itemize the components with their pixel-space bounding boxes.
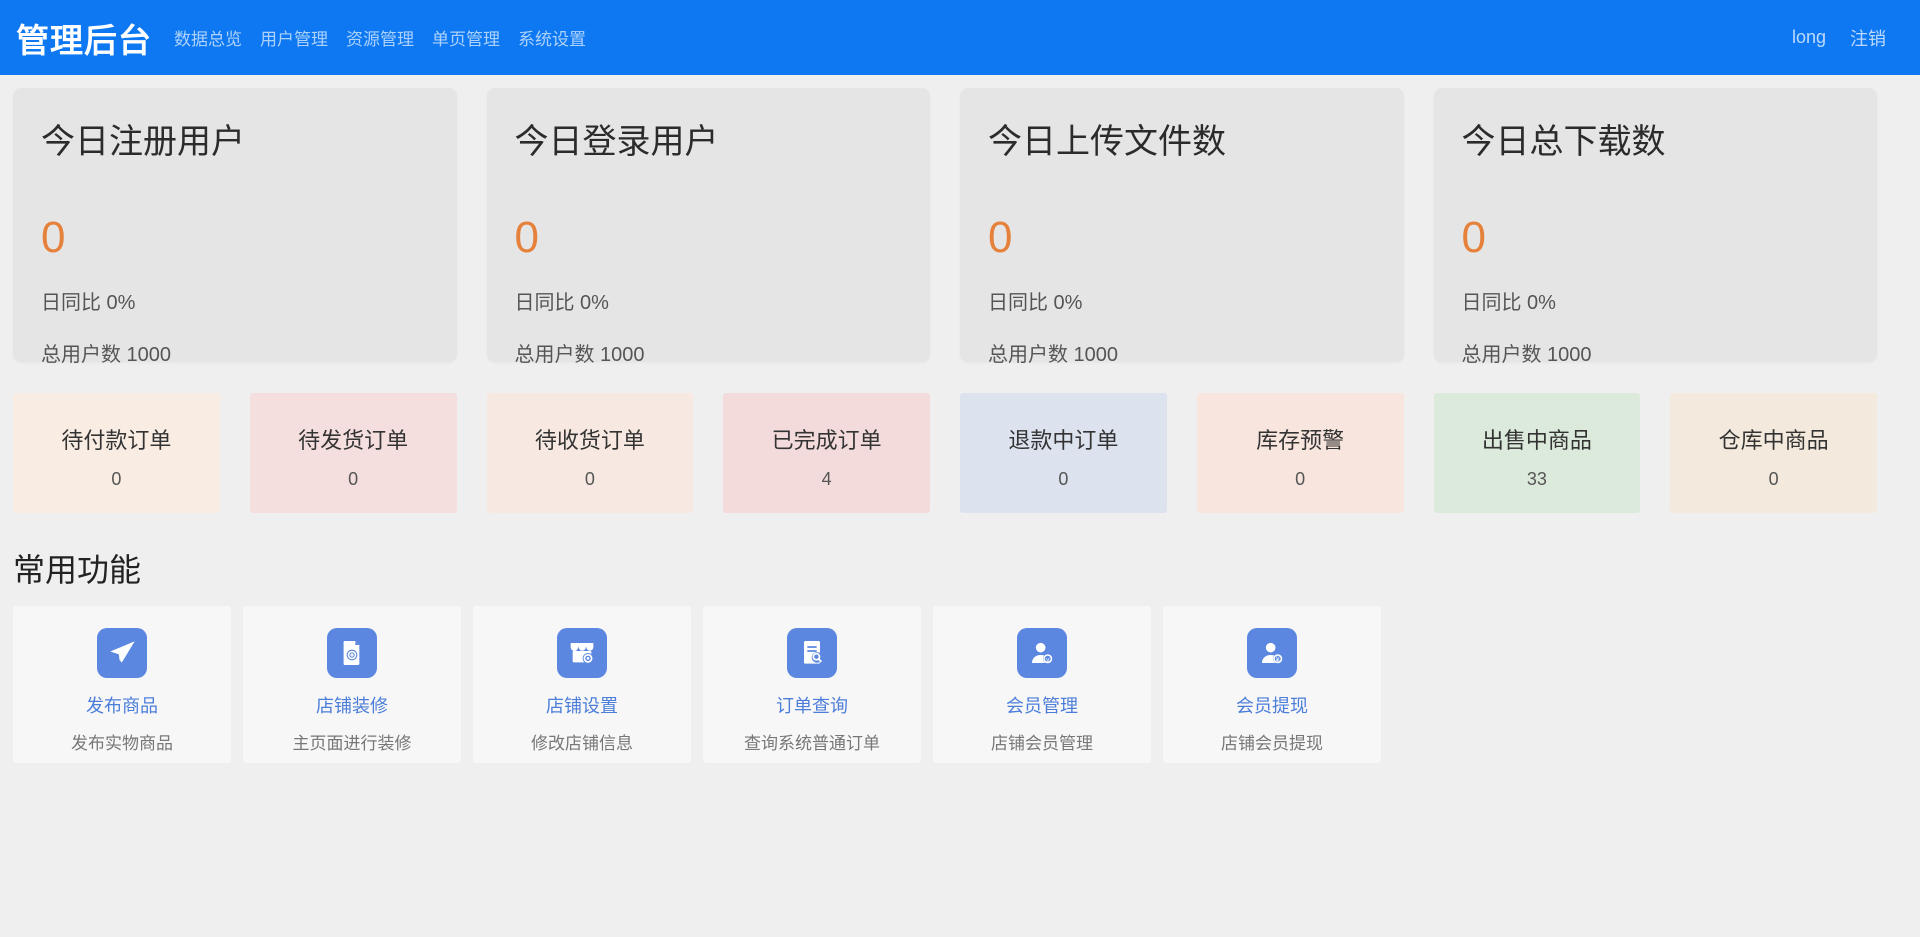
order-card-refunding[interactable]: 退款中订单 0: [960, 393, 1167, 513]
stat-card-uploaded-files: 今日上传文件数 0 日同比 0% 总用户数 1000: [960, 88, 1404, 362]
order-card-in-warehouse[interactable]: 仓库中商品 0: [1670, 393, 1877, 513]
order-card-title: 库存预警: [1197, 423, 1404, 455]
func-card-subtitle: 查询系统普通订单: [703, 729, 921, 754]
func-card-subtitle: 修改店铺信息: [473, 729, 691, 754]
stat-value: 0: [41, 213, 429, 263]
logout-link[interactable]: 注销: [1850, 25, 1886, 51]
order-card-title: 待发货订单: [250, 423, 457, 455]
func-card-publish-product[interactable]: 发布商品 发布实物商品: [13, 606, 231, 763]
stat-title: 今日登录用户: [515, 114, 903, 163]
page-decorate-icon: [327, 628, 377, 678]
stat-day-ratio: 日同比 0%: [1462, 286, 1850, 315]
storefront-icon: [557, 628, 607, 678]
app-title[interactable]: 管理后台: [16, 14, 152, 62]
navbar-right: long 注销: [1792, 25, 1886, 51]
order-search-icon: [787, 628, 837, 678]
order-card-count: 0: [250, 469, 457, 490]
common-functions-heading: 常用功能: [13, 545, 1920, 591]
func-card-title: 发布商品: [13, 692, 231, 718]
stat-value: 0: [515, 213, 903, 263]
stat-day-ratio: 日同比 0%: [515, 286, 903, 315]
stat-title: 今日注册用户: [41, 114, 429, 163]
func-card-title: 会员管理: [933, 692, 1151, 718]
func-card-subtitle: 店铺会员提现: [1163, 729, 1381, 754]
order-card-title: 退款中订单: [960, 423, 1167, 455]
order-card-count: 0: [13, 469, 220, 490]
stats-row: 今日注册用户 0 日同比 0% 总用户数 1000 今日登录用户 0 日同比 0…: [13, 88, 1877, 362]
order-card-count: 0: [1670, 469, 1877, 490]
member-withdraw-icon: ¥: [1247, 628, 1297, 678]
order-card-on-sale[interactable]: 出售中商品 33: [1434, 393, 1641, 513]
stat-card-registered-users: 今日注册用户 0 日同比 0% 总用户数 1000: [13, 88, 457, 362]
func-card-title: 店铺装修: [243, 692, 461, 718]
paper-plane-icon: [97, 628, 147, 678]
order-card-pending-shipment[interactable]: 待发货订单 0: [250, 393, 457, 513]
func-card-shop-settings[interactable]: 店铺设置 修改店铺信息: [473, 606, 691, 763]
order-card-pending-receipt[interactable]: 待收货订单 0: [487, 393, 694, 513]
stat-value: 0: [1462, 213, 1850, 263]
stat-card-downloads: 今日总下载数 0 日同比 0% 总用户数 1000: [1434, 88, 1878, 362]
stat-value: 0: [988, 213, 1376, 263]
order-card-title: 待付款订单: [13, 423, 220, 455]
username-link[interactable]: long: [1792, 27, 1826, 48]
stat-total-users: 总用户数 1000: [41, 338, 429, 367]
func-card-shop-decorate[interactable]: 店铺装修 主页面进行装修: [243, 606, 461, 763]
func-card-title: 会员提现: [1163, 692, 1381, 718]
stat-day-ratio: 日同比 0%: [41, 286, 429, 315]
func-card-title: 订单查询: [703, 692, 921, 718]
func-card-subtitle: 主页面进行装修: [243, 729, 461, 754]
order-card-pending-payment[interactable]: 待付款订单 0: [13, 393, 220, 513]
order-card-title: 已完成订单: [723, 423, 930, 455]
func-card-order-query[interactable]: 订单查询 查询系统普通订单: [703, 606, 921, 763]
svg-text:¥: ¥: [1276, 656, 1280, 663]
order-card-completed[interactable]: 已完成订单 4: [723, 393, 930, 513]
func-card-member-manage[interactable]: v 会员管理 店铺会员管理: [933, 606, 1151, 763]
order-card-title: 待收货订单: [487, 423, 694, 455]
member-manage-icon: v: [1017, 628, 1067, 678]
func-card-subtitle: 店铺会员管理: [933, 729, 1151, 754]
stat-title: 今日上传文件数: [988, 114, 1376, 163]
order-status-row: 待付款订单 0 待发货订单 0 待收货订单 0 已完成订单 4 退款中订单 0 …: [13, 393, 1877, 513]
order-card-count: 0: [1197, 469, 1404, 490]
func-card-title: 店铺设置: [473, 692, 691, 718]
order-card-count: 4: [723, 469, 930, 490]
stat-total-users: 总用户数 1000: [515, 338, 903, 367]
order-card-count: 0: [487, 469, 694, 490]
stat-card-login-users: 今日登录用户 0 日同比 0% 总用户数 1000: [487, 88, 931, 362]
nav-item-user-management[interactable]: 用户管理: [260, 25, 328, 50]
common-functions-row: 发布商品 发布实物商品 店铺装修 主页面进行装修 店铺设置: [13, 606, 1877, 763]
nav-item-system-settings[interactable]: 系统设置: [518, 25, 586, 50]
order-card-title: 仓库中商品: [1670, 423, 1877, 455]
stat-title: 今日总下载数: [1462, 114, 1850, 163]
stat-total-users: 总用户数 1000: [988, 338, 1376, 367]
order-card-count: 0: [960, 469, 1167, 490]
stat-total-users: 总用户数 1000: [1462, 338, 1850, 367]
nav-item-data-overview[interactable]: 数据总览: [174, 25, 242, 50]
nav-item-resource-management[interactable]: 资源管理: [346, 25, 414, 50]
main-nav: 数据总览 用户管理 资源管理 单页管理 系统设置: [174, 25, 586, 50]
order-card-stock-warning[interactable]: 库存预警 0: [1197, 393, 1404, 513]
func-card-member-withdraw[interactable]: ¥ 会员提现 店铺会员提现: [1163, 606, 1381, 763]
top-navbar: 管理后台 数据总览 用户管理 资源管理 单页管理 系统设置 long 注销: [0, 0, 1920, 75]
order-card-title: 出售中商品: [1434, 423, 1641, 455]
func-card-subtitle: 发布实物商品: [13, 729, 231, 754]
stat-day-ratio: 日同比 0%: [988, 286, 1376, 315]
nav-item-page-management[interactable]: 单页管理: [432, 25, 500, 50]
order-card-count: 33: [1434, 469, 1641, 490]
